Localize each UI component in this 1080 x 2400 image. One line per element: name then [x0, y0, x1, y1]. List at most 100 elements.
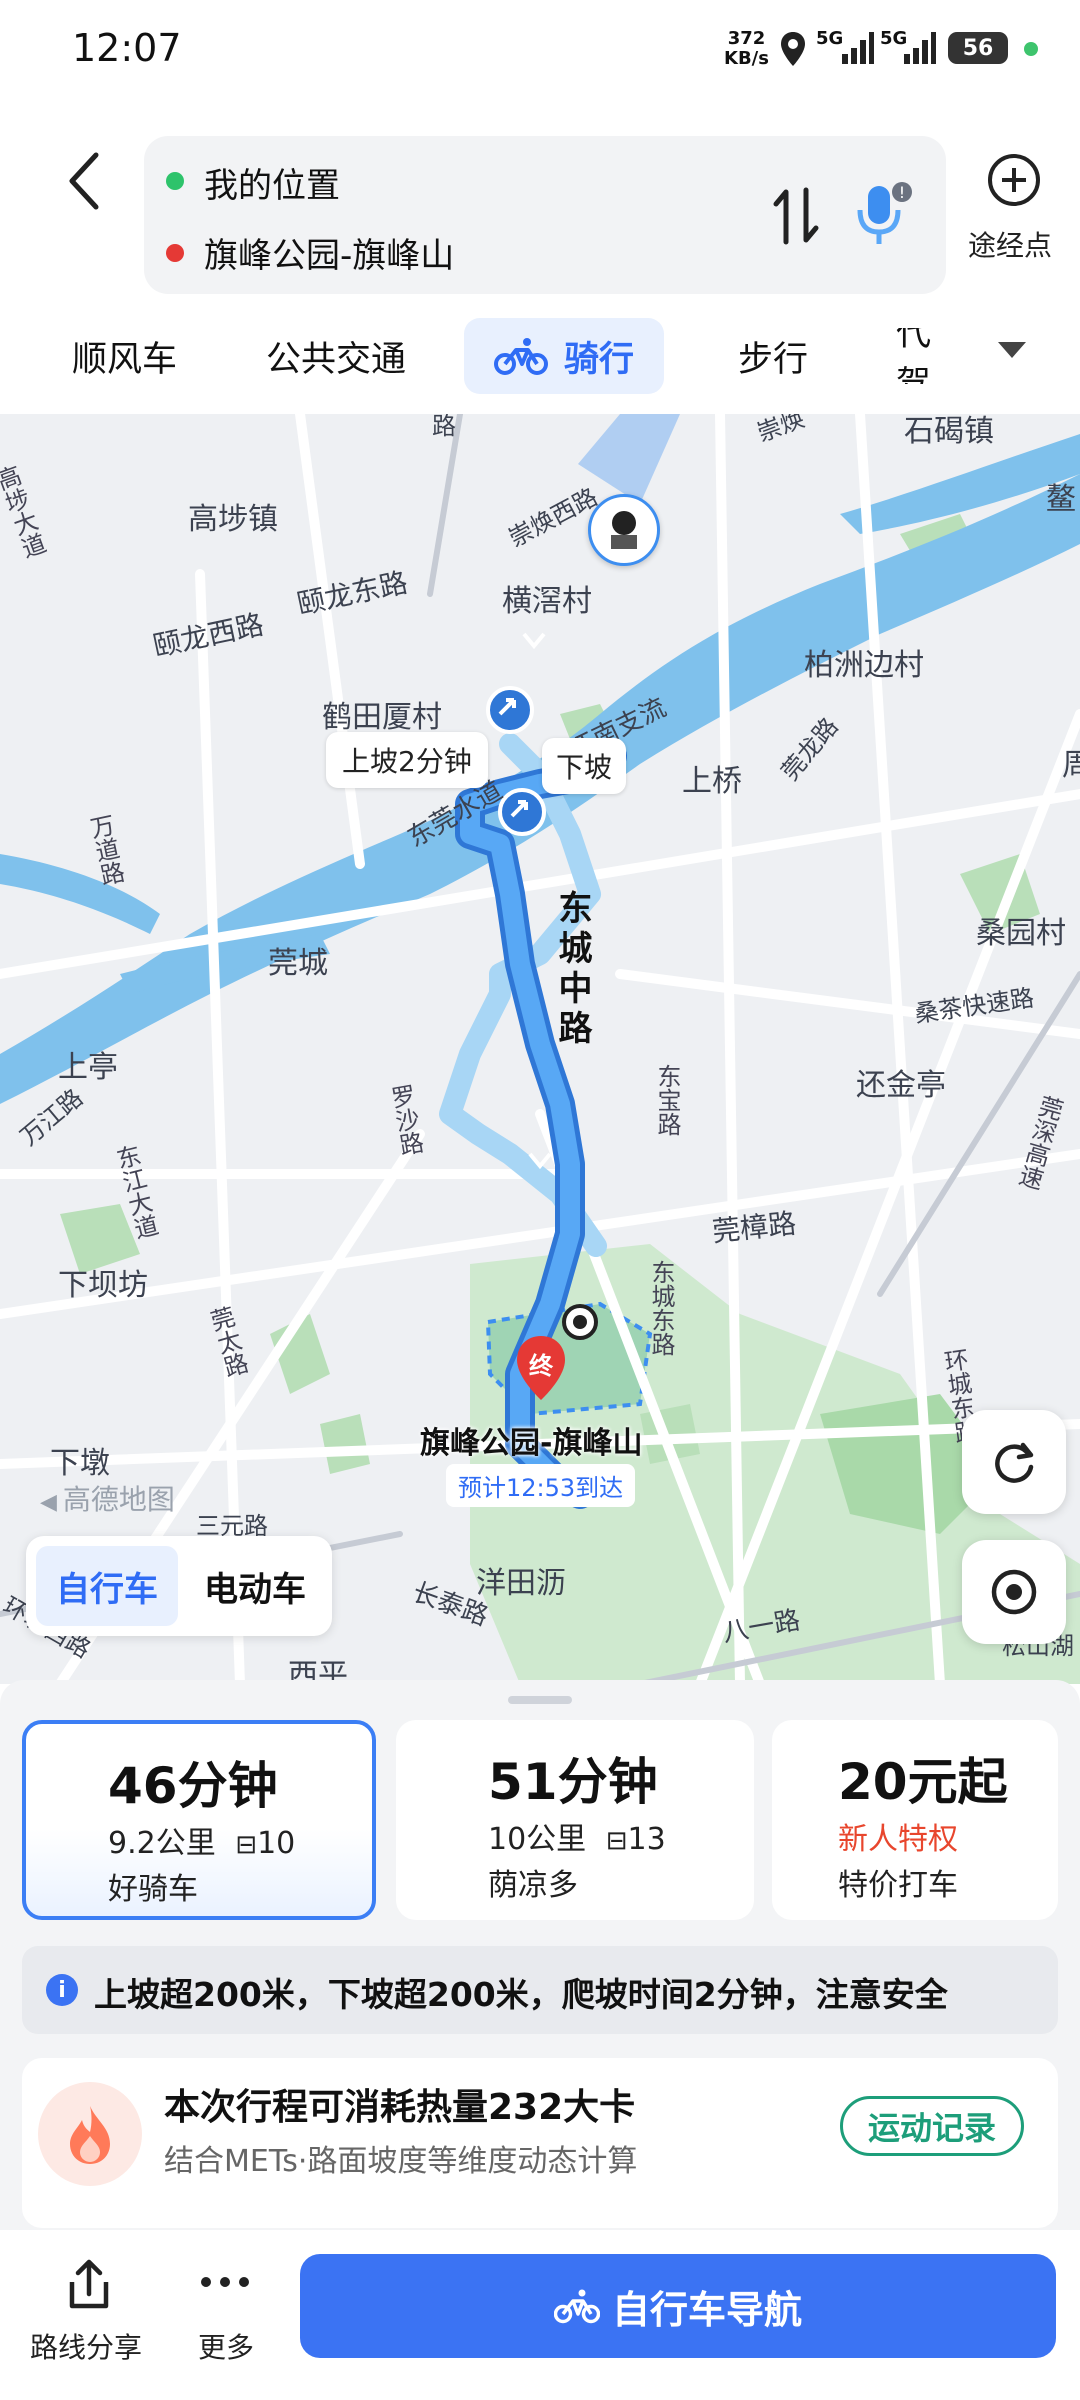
navigate-label: 自行车导航: [611, 2287, 802, 2332]
swap-button[interactable]: [764, 176, 828, 256]
map-label-hengxicun: 横滘村: [502, 584, 592, 619]
swap-icon: [773, 187, 819, 245]
map-label-sangyuancun: 桑园村: [976, 916, 1066, 951]
option-lights: 10: [257, 1826, 296, 1861]
map-label-yangtianli: 洋田沥: [476, 1566, 566, 1601]
tab-driver[interactable]: 代驾: [896, 328, 956, 384]
road-label-dongbao: 东宝路: [653, 1064, 681, 1136]
bike-navigation-button[interactable]: 自行车导航: [300, 2254, 1056, 2358]
route-option-2[interactable]: 51分钟 10公里 ⊟13 荫凉多: [396, 1720, 754, 1920]
slope-notice: i 上坡超200米，下坡超200米，爬坡时间2分钟，注意安全: [22, 1946, 1058, 2034]
indicator-dot: [1024, 42, 1038, 56]
map-label-shijie: 石碣镇: [904, 414, 994, 449]
origin-field[interactable]: 我的位置: [204, 158, 340, 207]
origin-dot: [166, 172, 184, 190]
option-promo: 新人特权: [838, 1822, 958, 1857]
share-label: 路线分享: [30, 2331, 143, 2364]
map-label-xiping: 西平: [288, 1658, 348, 1684]
tab-riding-label: 骑行: [563, 339, 634, 380]
end-marker-text: 终: [529, 1352, 553, 1380]
bicycle-nav-icon: [553, 2289, 600, 2324]
destination-dot: [166, 244, 184, 262]
avatar-icon: [611, 511, 637, 549]
triangle-down-icon: [998, 342, 1026, 358]
option-time: 51分钟: [488, 1753, 658, 1811]
map-label-huanjinting: 还金亭: [856, 1068, 946, 1103]
option-distance-lights: 9.2公里 ⊟10: [108, 1818, 295, 1862]
tab-riding[interactable]: 骑行: [464, 318, 664, 394]
flame-icon: [38, 2082, 142, 2186]
location-icon: [778, 30, 808, 72]
map-view[interactable]: 高埗镇 石碣镇 鳌 横滘村 柏洲边村 鹤田厦村 上桥 莞城 桑园村 上亭 还金亭…: [0, 414, 1080, 1684]
calorie-subtitle: 结合METs·路面坡度等维度动态计算: [164, 2144, 638, 2179]
speed-value: 372: [727, 28, 766, 49]
tab-walking[interactable]: 步行: [738, 328, 808, 384]
route-option-taxi[interactable]: 20元起 新人特权 特价打车: [772, 1720, 1058, 1920]
option-distance-lights: 10公里 ⊟13: [488, 1814, 666, 1858]
battery-icon: 56: [948, 32, 1008, 64]
tabs-expand-button[interactable]: [994, 338, 1030, 366]
option-distance: 9.2公里: [108, 1826, 216, 1861]
option-distance: 10公里: [488, 1822, 587, 1857]
traffic-light-icon: ⊟: [605, 1826, 628, 1856]
origin-avatar-marker[interactable]: [588, 494, 660, 566]
notice-text: 上坡超200米，下坡超200米，爬坡时间2分钟，注意安全: [94, 1975, 948, 2014]
mode-ebike[interactable]: 电动车: [184, 1546, 326, 1626]
calorie-title: 本次行程可消耗热量232大卡: [164, 2087, 636, 2128]
tab-transit[interactable]: 公共交通: [266, 328, 406, 384]
calorie-card: 本次行程可消耗热量232大卡 结合METs·路面坡度等维度动态计算 运动记录: [22, 2058, 1058, 2228]
map-label-hetianxiacun: 鹤田厦村: [322, 700, 442, 735]
mode-bicycle[interactable]: 自行车: [36, 1546, 178, 1626]
more-label: 更多: [198, 2331, 255, 2364]
compass-arrow-icon: ◀: [40, 1490, 57, 1515]
status-time: 12:07: [72, 26, 182, 70]
destination-field[interactable]: 旗峰公园-旗峰山: [204, 228, 454, 277]
signal-icon-2: [902, 30, 936, 70]
status-bar: 12:07 372 KB/s 5G 5G 56: [0, 0, 1080, 100]
back-button[interactable]: [56, 146, 112, 216]
exercise-record-button[interactable]: 运动记录: [840, 2096, 1024, 2156]
map-label-xiadun: 下墩: [50, 1446, 110, 1481]
more-button[interactable]: 更多: [180, 2258, 270, 2378]
battery-level: 56: [962, 35, 994, 61]
option-tag: 荫凉多: [488, 1868, 578, 1903]
microphone-icon: !: [857, 182, 912, 244]
option-time: 46分钟: [108, 1757, 278, 1815]
road-label-top: 路: [432, 414, 456, 440]
route-road-label: 东城中路: [552, 890, 592, 1050]
svg-text:!: !: [899, 183, 905, 202]
add-circle-icon: [988, 154, 1040, 206]
option-tag: 好骑车: [108, 1872, 198, 1907]
road-label-dongchengdong: 东城东路: [647, 1260, 675, 1356]
sheet-handle[interactable]: [508, 1696, 572, 1704]
signal-icon: [840, 30, 874, 70]
more-dots-icon: [201, 2277, 249, 2287]
uphill-tag: 上坡2分钟: [326, 732, 488, 788]
map-label-shangqiao: 上桥: [682, 764, 742, 799]
map-watermark: ◀ 高德地图: [40, 1478, 175, 1518]
eta-label: 预计12:53到达: [446, 1464, 636, 1507]
map-label-baizhoubiancun: 柏洲边村: [804, 648, 924, 683]
voice-button[interactable]: !: [850, 178, 920, 254]
share-route-button[interactable]: 路线分享: [20, 2258, 156, 2378]
info-icon: i: [46, 1974, 78, 2006]
tab-carpool[interactable]: 顺风车: [72, 328, 177, 384]
map-label-aotou: 鳌: [1046, 482, 1076, 517]
speed-unit: KB/s: [724, 48, 769, 69]
route-option-1[interactable]: 46分钟 9.2公里 ⊟10 好骑车: [22, 1720, 376, 1920]
traffic-light-icon: ⊟: [235, 1830, 258, 1860]
map-label-zhou: 周: [1062, 748, 1080, 783]
refresh-icon: [995, 1442, 1034, 1483]
add-waypoint-button[interactable]: 途经点: [964, 152, 1064, 272]
share-icon: [69, 2259, 109, 2309]
locate-icon: [991, 1569, 1037, 1615]
option-price: 20元起: [838, 1753, 1008, 1811]
locate-button[interactable]: [962, 1540, 1066, 1644]
refresh-button[interactable]: [962, 1410, 1066, 1514]
destination-pin[interactable]: 终: [514, 1334, 568, 1404]
waypoint-label: 途经点: [968, 229, 1053, 262]
vehicle-mode-switch: 自行车 电动车: [26, 1536, 332, 1636]
bicycle-icon: [493, 338, 548, 375]
route-input-box: 我的位置 旗峰公园-旗峰山 !: [144, 136, 946, 294]
downhill-tag: 下坡: [542, 738, 627, 794]
